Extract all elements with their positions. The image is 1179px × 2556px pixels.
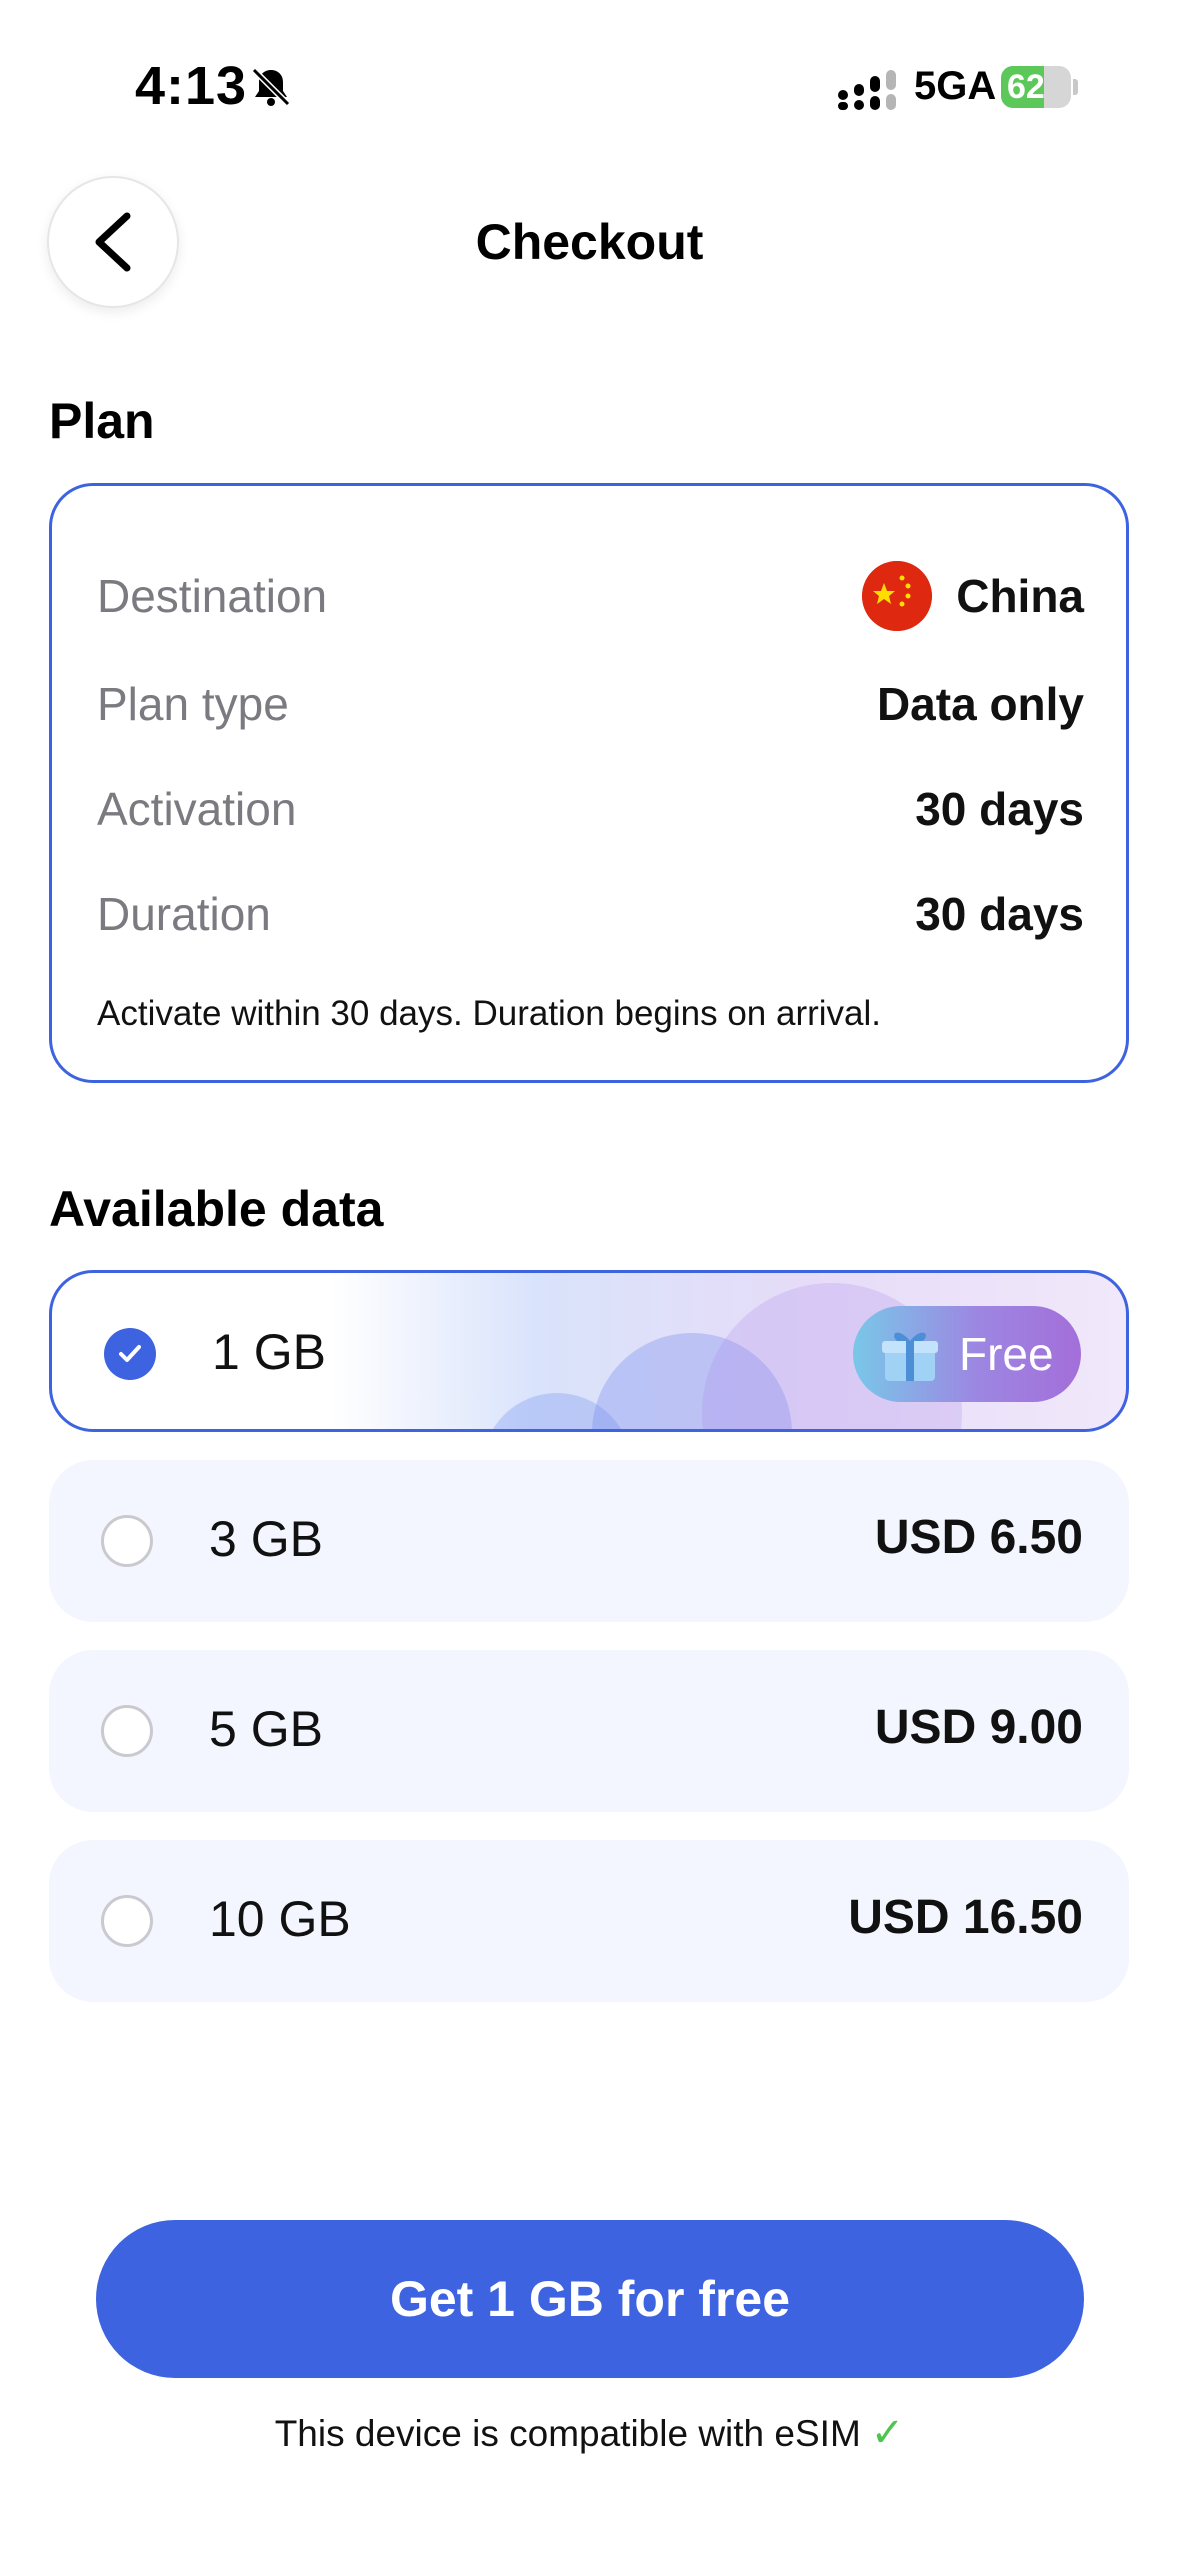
radio-checked[interactable] bbox=[104, 1328, 156, 1380]
data-option-3gb[interactable]: 3 GB USD 6.50 bbox=[49, 1460, 1129, 1622]
plan-row-destination: Destination China bbox=[97, 561, 1084, 631]
option-label: 1 GB bbox=[212, 1324, 326, 1380]
radio-unchecked[interactable] bbox=[101, 1515, 153, 1567]
plan-row-duration: Duration 30 days bbox=[97, 879, 1084, 949]
free-badge: Free bbox=[853, 1306, 1081, 1402]
plan-note: Activate within 30 days. Duration begins… bbox=[97, 994, 882, 1033]
page-title: Checkout bbox=[475, 214, 704, 270]
option-label: 10 GB bbox=[209, 1891, 351, 1947]
plan-row-value: 30 days bbox=[915, 888, 1084, 940]
option-label: 5 GB bbox=[209, 1701, 323, 1757]
plan-row-label: Plan type bbox=[97, 678, 289, 730]
status-bar: 4:13 5GA 62 bbox=[0, 0, 1179, 150]
option-price: USD 9.00 bbox=[874, 1701, 1083, 1754]
data-option-5gb[interactable]: 5 GB USD 9.00 bbox=[49, 1650, 1129, 1812]
option-label: 3 GB bbox=[209, 1511, 323, 1567]
signal-icon bbox=[838, 70, 896, 110]
plan-row-value: China bbox=[956, 570, 1084, 622]
data-option-10gb[interactable]: 10 GB USD 16.50 bbox=[49, 1840, 1129, 2002]
check-icon: ✓ bbox=[870, 2411, 905, 2455]
check-icon bbox=[119, 1345, 141, 1362]
radio-unchecked[interactable] bbox=[101, 1895, 153, 1947]
plan-row-label: Destination bbox=[97, 570, 328, 622]
data-section-title: Available data bbox=[49, 1181, 384, 1237]
bell-slash-icon bbox=[251, 67, 291, 107]
esim-compatibility-note: This device is compatible with eSIM ✓ bbox=[0, 2410, 1179, 2456]
plan-row-plan-type: Plan type Data only bbox=[97, 669, 1084, 739]
status-time: 4:13 bbox=[135, 56, 248, 116]
plan-row-value: 30 days bbox=[915, 783, 1084, 835]
gift-icon bbox=[882, 1332, 938, 1381]
get-free-data-button[interactable]: Get 1 GB for free bbox=[96, 2220, 1084, 2378]
network-label: 5GA bbox=[914, 64, 997, 108]
battery-level: 62 bbox=[1007, 68, 1045, 106]
plan-row-label: Duration bbox=[97, 888, 271, 940]
option-price: USD 6.50 bbox=[874, 1511, 1083, 1564]
battery-charging-icon: 62 bbox=[1001, 66, 1078, 108]
plan-row-label: Activation bbox=[97, 783, 297, 835]
plan-section-title: Plan bbox=[49, 393, 155, 449]
plan-card: Destination China Plan type Data only Ac… bbox=[49, 483, 1129, 1083]
option-price: Free bbox=[959, 1328, 1054, 1380]
option-price: USD 16.50 bbox=[848, 1891, 1083, 1944]
radio-unchecked[interactable] bbox=[101, 1705, 153, 1757]
plan-row-activation: Activation 30 days bbox=[97, 774, 1084, 844]
data-option-1gb[interactable]: 1 GB Free bbox=[49, 1270, 1129, 1432]
china-flag-icon bbox=[862, 561, 933, 631]
compat-text: This device is compatible with eSIM bbox=[274, 2413, 861, 2454]
plan-row-value: Data only bbox=[876, 678, 1084, 730]
